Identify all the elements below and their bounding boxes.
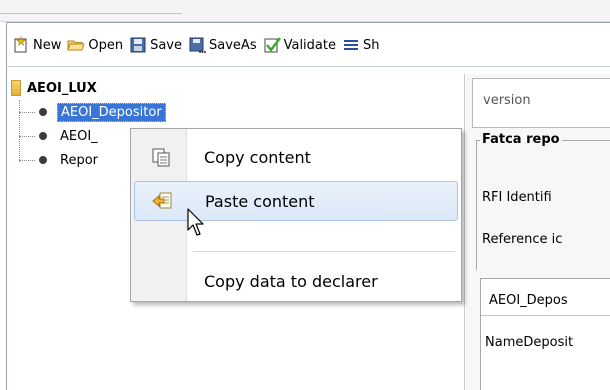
tree-root-label: AEOI_LUX [27,80,97,96]
window-top-strip [0,0,610,22]
rfi-identifier-label: RFI Identifi [482,190,552,205]
paste-content-menu-item[interactable]: Paste content [134,181,458,221]
tree-connector-h [19,159,35,161]
context-menu-separator [193,251,455,252]
show-button[interactable]: Sh [340,33,384,57]
paste-content-label: Paste content [205,191,315,211]
new-document-icon [12,36,30,54]
copy-icon [150,146,172,168]
new-button[interactable]: New [10,33,65,57]
menu-lines-icon [342,36,360,54]
copy-content-menu-item[interactable]: Copy content [134,137,458,177]
save-as-button[interactable]: SaveAs [186,33,261,57]
open-folder-icon [67,36,86,54]
node-bullet-icon [39,132,47,140]
properties-panel: version Fatca repo RFI Identifi Referenc… [466,74,610,390]
tree-item-label: AEOI_Depositor [57,102,166,122]
tree-item-label: AEOI_ [60,128,98,144]
fatca-group-title: Fatca repo [480,132,562,147]
floppy-disk-icon [129,36,147,54]
depositor-box: AEOI_Depos NameDeposit [480,278,610,390]
tree-item-aeoi[interactable]: AEOI_ [19,126,101,146]
node-bullet-icon [39,156,47,164]
open-button-label: Open [88,37,124,53]
folder-icon [11,80,21,96]
depositor-divider [481,315,610,316]
new-button-label: New [33,37,62,53]
tree-item-depositor[interactable]: AEOI_Depositor [19,102,166,122]
depositor-title: AEOI_Depos [489,293,568,308]
tree-item-label: Repor [60,152,98,168]
validate-button[interactable]: Validate [261,33,340,57]
validate-check-icon [263,36,281,54]
tree-connector-h [19,135,35,137]
toolbar: New Open Save SaveAs Validate Sh [10,30,383,60]
mouse-pointer-icon [187,208,204,236]
tree-root[interactable]: AEOI_LUX [11,80,97,96]
copy-data-to-declarer-menu-item[interactable]: Copy data to declarer [134,261,458,301]
name-depositor-label: NameDeposit [485,335,574,350]
save-button[interactable]: Save [127,33,186,57]
reference-id-label: Reference ic [482,232,563,247]
version-field[interactable]: version [472,78,610,128]
show-button-label: Sh [362,37,380,53]
copy-content-label: Copy content [204,147,311,167]
paste-icon [151,190,173,212]
copy-data-to-declarer-label: Copy data to declarer [204,271,378,291]
save-as-icon [188,36,207,54]
tree-connector-h [19,111,35,113]
app-window: New Open Save SaveAs Validate Sh AEOI_LU… [0,0,610,390]
open-button[interactable]: Open [65,33,127,57]
toolbar-divider [6,66,610,67]
save-as-button-label: SaveAs [209,37,257,53]
menu-underline [0,13,182,14]
save-button-label: Save [150,37,183,53]
fatca-group-box [476,140,610,270]
validate-button-label: Validate [283,37,336,53]
context-menu: Copy content Paste content Copy data to … [130,128,462,302]
tree-item-report[interactable]: Repor [19,150,101,170]
node-bullet-icon [39,108,47,116]
version-label: version [483,93,531,108]
